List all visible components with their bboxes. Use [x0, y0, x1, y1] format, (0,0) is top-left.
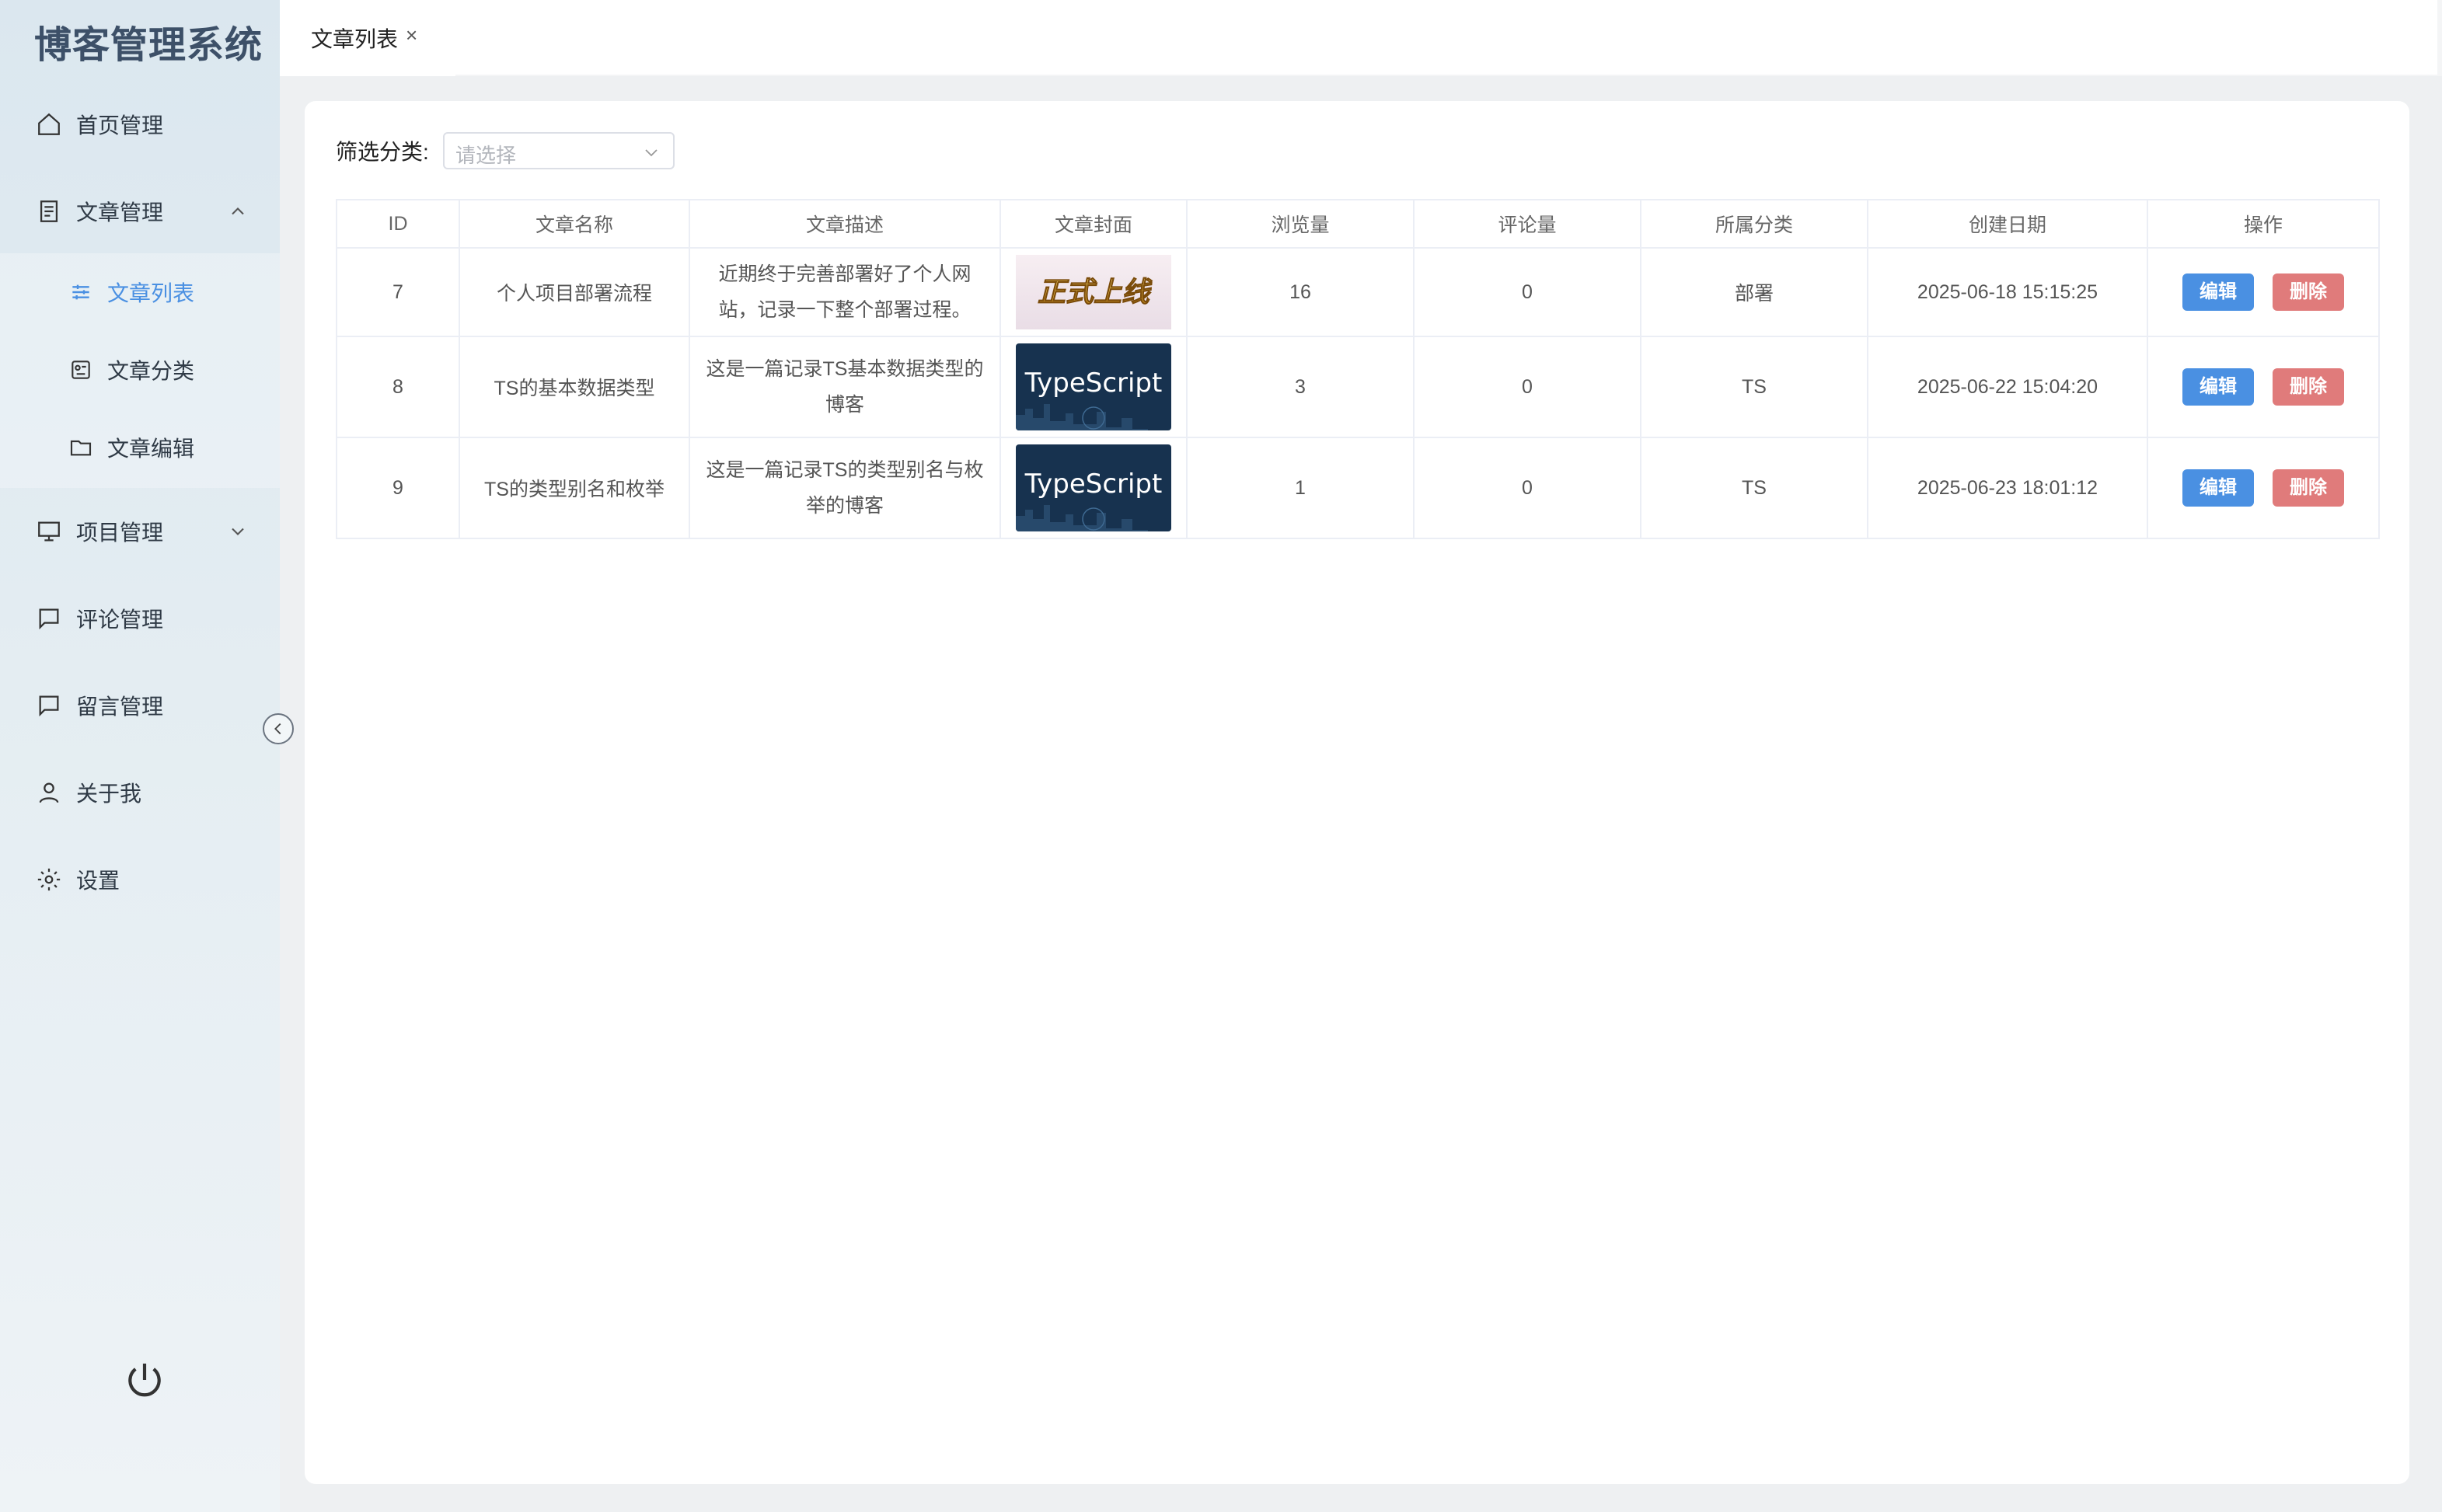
column-header: 所属分类 — [1640, 199, 1868, 249]
cell-category: TS — [1640, 336, 1868, 438]
cell-name: 个人项目部署流程 — [459, 247, 690, 337]
cover-image[interactable]: 正式上线 — [1016, 249, 1171, 336]
filter-label: 筛选分类: — [336, 140, 429, 164]
sidebar-item-projects[interactable]: 项目管理 — [0, 488, 280, 575]
comment-icon — [39, 608, 59, 630]
sidebar-subitem-article-category[interactable]: 文章分类 — [0, 331, 280, 409]
delete-button[interactable]: 删除 — [2273, 273, 2344, 311]
edit-button[interactable]: 编辑 — [2182, 273, 2254, 311]
cell-cover: TypeScript — [999, 437, 1188, 539]
cell-views: 16 — [1186, 247, 1415, 337]
column-header: 创建日期 — [1867, 199, 2148, 249]
app-title: 博客管理系统 — [34, 25, 263, 66]
column-header: 操作 — [2147, 199, 2380, 249]
cell-views: 1 — [1186, 437, 1415, 539]
cell-date: 2025-06-22 15:04:20 — [1867, 336, 2148, 438]
chevron-down-icon — [645, 149, 658, 157]
gear-icon — [37, 868, 61, 891]
cell-date: 2025-06-23 18:01:12 — [1867, 437, 2148, 539]
cell-cover: 正式上线 — [999, 247, 1188, 337]
tab-label: 文章列表 — [311, 27, 399, 51]
chevron-up-icon — [232, 207, 244, 215]
column-header: 评论量 — [1413, 199, 1641, 249]
cover-text: 正式上线 — [1038, 277, 1153, 308]
sidebar-item-comments[interactable]: 评论管理 — [0, 575, 280, 662]
sidebar-item-messages[interactable]: 留言管理 — [0, 662, 280, 749]
tab-close-icon[interactable]: × — [406, 23, 417, 47]
cell-comments: 0 — [1413, 247, 1641, 337]
cell-category: TS — [1640, 437, 1868, 539]
delete-button[interactable]: 删除 — [2273, 368, 2344, 406]
cell-category: 部署 — [1640, 247, 1868, 337]
sidebar: 博客管理系统 首页管理 文章管理 文章列表 文章分类 文章编辑 项目管理 评论管… — [0, 0, 280, 1512]
cover-text: TypeScript — [1024, 368, 1163, 399]
column-header: 文章封面 — [999, 199, 1188, 249]
power-icon[interactable] — [123, 1358, 166, 1402]
article-table: ID 文章名称 文章描述 文章封面 浏览量 评论量 所属分类 创建日期 操作 7… — [336, 199, 2380, 539]
sidebar-item-home[interactable]: 首页管理 — [0, 81, 280, 168]
edit-button[interactable]: 编辑 — [2182, 368, 2254, 406]
table-header-row: ID 文章名称 文章描述 文章封面 浏览量 评论量 所属分类 创建日期 操作 — [336, 199, 2380, 249]
sidebar-item-label: 项目管理 — [76, 521, 164, 545]
cell-description: 这是一篇记录TS基本数据类型的博客 — [689, 336, 1001, 438]
message-icon — [39, 695, 59, 717]
edit-button[interactable]: 编辑 — [2182, 469, 2254, 507]
cell-comments: 0 — [1413, 437, 1641, 539]
table-row: 7 个人项目部署流程 近期终于完善部署好了个人网站，记录一下整个部署过程。 正式… — [336, 247, 2380, 337]
cell-cover: TypeScript — [999, 336, 1188, 438]
cell-description: 近期终于完善部署好了个人网站，记录一下整个部署过程。 — [689, 247, 1001, 337]
sidebar-subitem-label: 文章分类 — [107, 359, 195, 383]
chevron-down-icon — [232, 528, 244, 535]
cell-name: TS的类型别名和枚举 — [459, 437, 690, 539]
cell-actions: 编辑 删除 — [2147, 437, 2380, 539]
table-row: 8 TS的基本数据类型 这是一篇记录TS基本数据类型的博客 TypeScript… — [336, 336, 2380, 438]
sidebar-item-articles[interactable]: 文章管理 — [0, 168, 280, 255]
sidebar-subitem-article-edit[interactable]: 文章编辑 — [0, 409, 280, 486]
cover-image[interactable]: TypeScript — [1016, 444, 1171, 531]
sidebar-subitem-label: 文章列表 — [107, 281, 195, 305]
monitor-icon — [38, 521, 60, 542]
select-placeholder: 请选择 — [455, 144, 517, 167]
cell-views: 3 — [1186, 336, 1415, 438]
cell-id: 7 — [336, 247, 460, 337]
sidebar-subitem-label: 文章编辑 — [107, 437, 195, 461]
sidebar-item-label: 设置 — [76, 869, 120, 893]
cell-description: 这是一篇记录TS的类型别名与枚举的博客 — [689, 437, 1001, 539]
cell-date: 2025-06-18 15:15:25 — [1867, 247, 2148, 337]
delete-button[interactable]: 删除 — [2273, 469, 2344, 507]
cell-id: 9 — [336, 437, 460, 539]
sidebar-collapse-button[interactable] — [263, 713, 294, 744]
chevron-left-icon — [274, 723, 281, 735]
cell-name: TS的基本数据类型 — [459, 336, 690, 438]
sidebar-item-label: 文章管理 — [76, 200, 164, 225]
sidebar-item-label: 关于我 — [76, 782, 142, 806]
user-icon — [39, 782, 59, 803]
category-filter-select[interactable]: 请选择 — [443, 132, 675, 169]
column-header: ID — [336, 199, 460, 249]
sidebar-item-label: 留言管理 — [76, 695, 164, 719]
folder-icon — [70, 440, 92, 456]
home-icon — [38, 113, 60, 135]
sidebar-item-label: 首页管理 — [76, 113, 164, 138]
sidebar-item-settings[interactable]: 设置 — [0, 836, 280, 923]
column-header: 浏览量 — [1186, 199, 1415, 249]
table-row: 9 TS的类型别名和枚举 这是一篇记录TS的类型别名与枚举的博客 TypeScr… — [336, 437, 2380, 539]
sidebar-subitem-article-list[interactable]: 文章列表 — [0, 253, 280, 331]
main-card: 筛选分类: 请选择 ID 文章名称 文章描述 文章封面 浏览量 评论量 所属分类… — [305, 101, 2409, 1484]
cell-comments: 0 — [1413, 336, 1641, 438]
sidebar-item-label: 评论管理 — [76, 608, 164, 632]
cell-id: 8 — [336, 336, 460, 438]
document-icon — [40, 200, 58, 222]
cell-actions: 编辑 删除 — [2147, 336, 2380, 438]
cover-image[interactable]: TypeScript — [1016, 343, 1171, 430]
column-header: 文章描述 — [689, 199, 1001, 249]
category-icon — [72, 361, 90, 379]
sliders-icon — [72, 284, 89, 300]
sidebar-item-about[interactable]: 关于我 — [0, 749, 280, 836]
tab-article-list[interactable]: 文章列表 × — [280, 0, 455, 76]
cover-text: TypeScript — [1024, 469, 1163, 500]
cell-actions: 编辑 删除 — [2147, 247, 2380, 337]
header-bar — [455, 0, 2437, 75]
column-header: 文章名称 — [459, 199, 690, 249]
